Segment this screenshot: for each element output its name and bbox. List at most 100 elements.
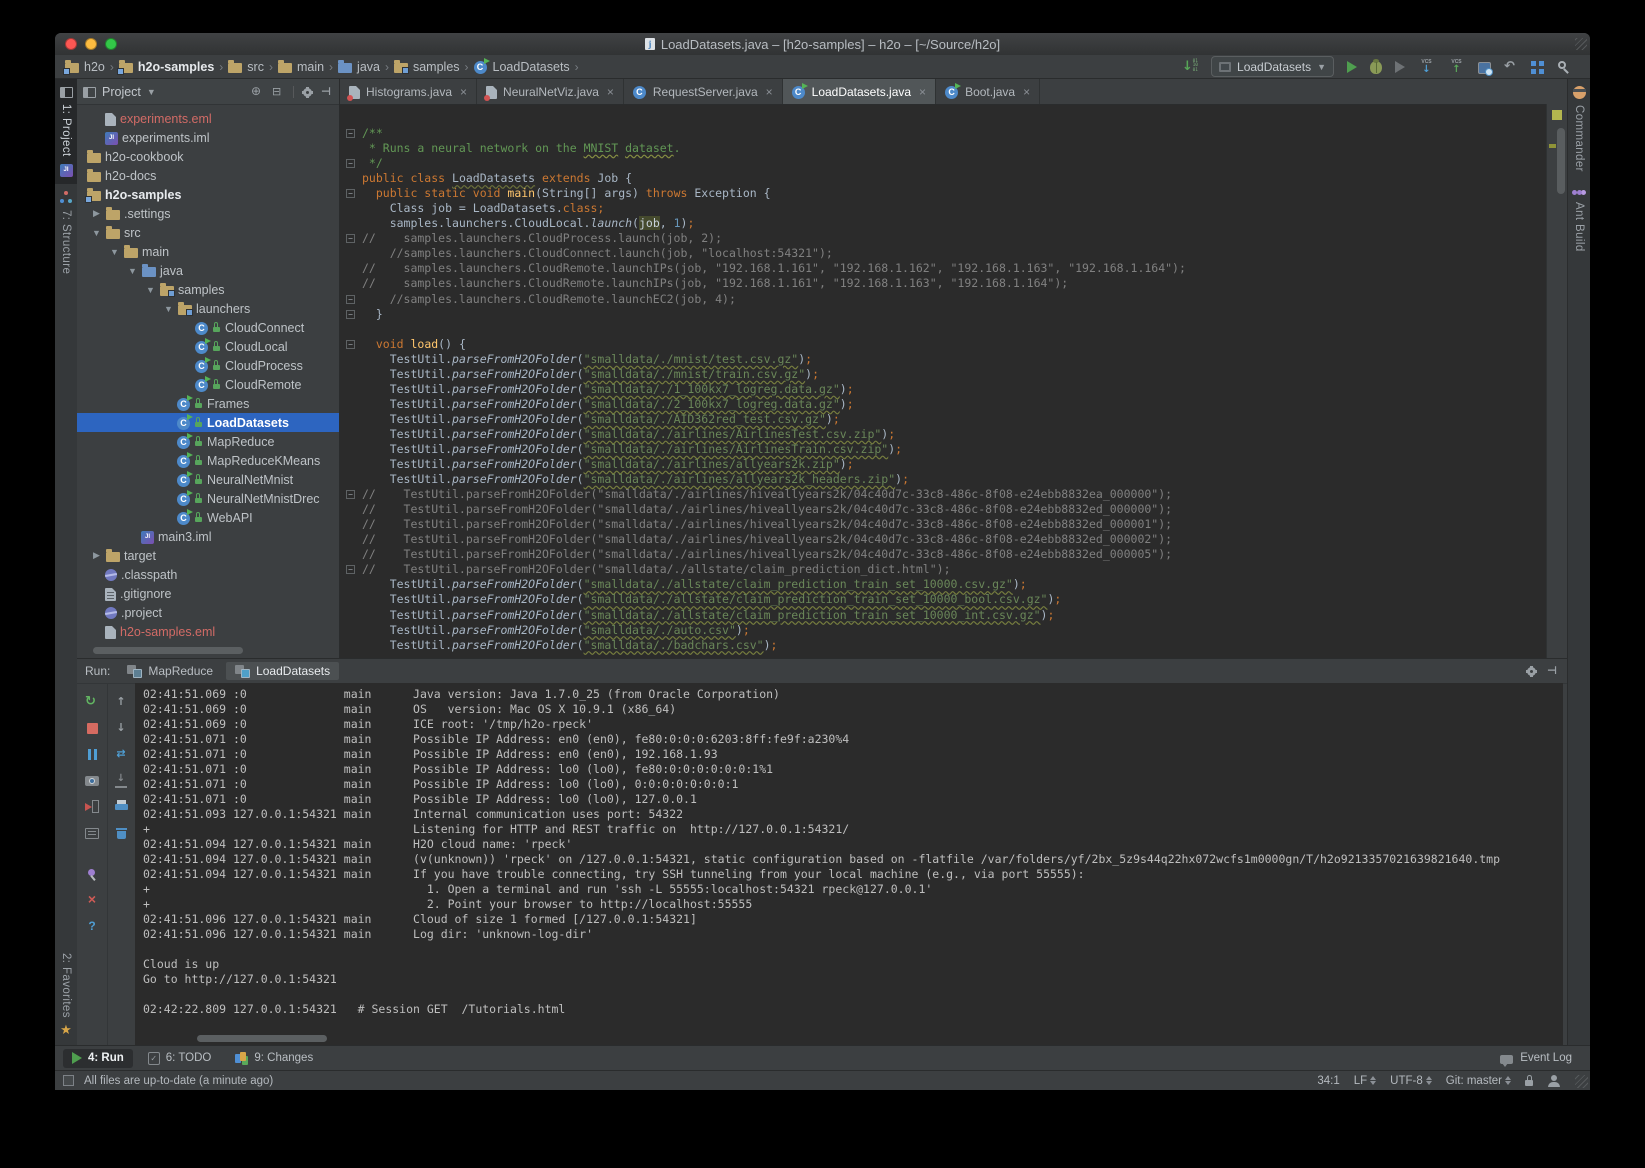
exit-icon[interactable] xyxy=(85,800,99,813)
editor-vscrollbar[interactable] xyxy=(1557,128,1565,194)
tab-Histograms.java[interactable]: Histograms.java× xyxy=(340,79,477,104)
breadcrumb-item-samples[interactable]: samples xyxy=(394,60,460,74)
tree-item-WebAPI[interactable]: WebAPI xyxy=(77,508,339,527)
stripe-button-commander[interactable]: Commander xyxy=(1568,79,1590,179)
stripe-button-2-favorites[interactable]: 2: Favorites xyxy=(55,946,77,1045)
chevron-down-icon[interactable]: ▼ xyxy=(145,285,156,295)
tree-item-launchers[interactable]: ▼launchers xyxy=(77,299,339,318)
tree-item-.classpath[interactable]: .classpath xyxy=(77,565,339,584)
run-config-combo[interactable]: LoadDatasets▼ xyxy=(1211,56,1334,77)
run-tab-LoadDatasets[interactable]: LoadDatasets xyxy=(226,662,339,680)
tree-item-main[interactable]: ▼main xyxy=(77,242,339,261)
tree-item-h2o-samples[interactable]: h2o-samples xyxy=(77,185,339,204)
fold-marker[interactable]: − xyxy=(346,565,355,574)
read-only-lock-icon[interactable] xyxy=(1525,1075,1534,1086)
tool-window-button-6-todo[interactable]: 6: TODO xyxy=(139,1049,221,1068)
structure-icon[interactable] xyxy=(1531,61,1544,74)
git-branch-widget[interactable]: Git: master xyxy=(1446,1075,1511,1087)
trash-icon[interactable] xyxy=(116,826,127,839)
help-icon[interactable] xyxy=(86,919,98,933)
snapshot-icon[interactable] xyxy=(85,776,99,786)
shelf-icon[interactable] xyxy=(1478,62,1491,74)
project-tree-hscrollbar[interactable] xyxy=(93,647,243,654)
editor-error-stripe[interactable] xyxy=(1546,104,1567,658)
fold-marker[interactable]: − xyxy=(346,490,355,499)
tree-item-java[interactable]: ▼java xyxy=(77,261,339,280)
locate-icon[interactable] xyxy=(251,85,264,98)
tree-item-MapReduce[interactable]: MapReduce xyxy=(77,432,339,451)
tree-item-NeuralNetMnist[interactable]: NeuralNetMnist xyxy=(77,470,339,489)
close-icon[interactable]: × xyxy=(1023,85,1030,99)
close-window-button[interactable] xyxy=(65,38,77,50)
gear-icon[interactable] xyxy=(1526,666,1537,677)
chevron-right-icon[interactable]: ▶ xyxy=(91,208,102,219)
run-tab-MapReduce[interactable]: MapReduce xyxy=(118,662,222,680)
tree-item-h2o-samples.eml[interactable]: h2o-samples.eml xyxy=(77,622,339,641)
tab-LoadDatasets.java[interactable]: LoadDatasets.java× xyxy=(783,79,936,104)
rerun-icon[interactable] xyxy=(85,694,99,710)
chevron-right-icon[interactable]: ▶ xyxy=(91,550,102,561)
tool-window-button-4-run[interactable]: 4: Run xyxy=(63,1049,133,1068)
background-task-icon[interactable] xyxy=(63,1075,74,1086)
tree-item-NeuralNetMnistDrec[interactable]: NeuralNetMnistDrec xyxy=(77,489,339,508)
collapse-icon[interactable] xyxy=(272,85,285,98)
close-icon[interactable]: × xyxy=(766,85,773,99)
line-separator-widget[interactable]: LF xyxy=(1354,1075,1376,1087)
breadcrumb-item-main[interactable]: main xyxy=(278,60,324,74)
chevron-down-icon[interactable]: ▼ xyxy=(127,266,138,276)
warning-stripe-mark[interactable] xyxy=(1549,144,1556,148)
down-icon[interactable] xyxy=(115,721,127,735)
gear-icon[interactable] xyxy=(302,87,313,98)
close-icon[interactable]: × xyxy=(460,85,467,99)
console-hscrollbar[interactable] xyxy=(197,1035,327,1042)
close-icon[interactable] xyxy=(86,893,99,907)
breadcrumb-item-java[interactable]: java xyxy=(338,60,380,74)
tree-item-target[interactable]: ▶target xyxy=(77,546,339,565)
tree-item-experiments.iml[interactable]: experiments.iml xyxy=(77,128,339,147)
tree-item-h2o-docs[interactable]: h2o-docs xyxy=(77,166,339,185)
debug-icon[interactable] xyxy=(1370,61,1382,74)
resize-grip-top[interactable] xyxy=(1575,38,1587,50)
minimize-window-button[interactable] xyxy=(85,38,97,50)
breadcrumb-item-src[interactable]: src xyxy=(228,60,264,74)
stripe-button-1-project[interactable]: 1: Project xyxy=(55,79,77,184)
breadcrumb-item-LoadDatasets[interactable]: LoadDatasets xyxy=(474,60,570,74)
chevron-down-icon[interactable]: ▼ xyxy=(91,228,102,238)
tree-item-Frames[interactable]: Frames xyxy=(77,394,339,413)
tree-item-MapReduceKMeans[interactable]: MapReduceKMeans xyxy=(77,451,339,470)
code-editor[interactable]: −/** * Runs a neural network on the MNIS… xyxy=(340,104,1547,658)
hide-icon[interactable] xyxy=(321,86,333,98)
stop-icon[interactable] xyxy=(87,723,98,734)
hide-icon[interactable] xyxy=(1547,665,1559,677)
update-icon[interactable] xyxy=(1182,59,1198,75)
vcs-up-icon[interactable] xyxy=(1448,59,1465,75)
print-icon[interactable] xyxy=(115,800,128,812)
tree-item-CloudLocal[interactable]: CloudLocal xyxy=(77,337,339,356)
vcs-down-icon[interactable] xyxy=(1418,59,1435,75)
fold-marker[interactable]: − xyxy=(346,129,355,138)
caret-position-widget[interactable]: 34:1 xyxy=(1317,1075,1339,1087)
tab-RequestServer.java[interactable]: RequestServer.java× xyxy=(624,79,783,104)
tab-NeuralNetViz.java[interactable]: NeuralNetViz.java× xyxy=(477,79,624,104)
fold-marker[interactable]: − xyxy=(346,310,355,319)
encoding-widget[interactable]: UTF-8 xyxy=(1390,1075,1432,1087)
play-icon[interactable] xyxy=(1347,61,1357,73)
tree-item-CloudRemote[interactable]: CloudRemote xyxy=(77,375,339,394)
tree-item-.project[interactable]: .project xyxy=(77,603,339,622)
fold-marker[interactable]: − xyxy=(346,340,355,349)
run-console-output[interactable]: 02:41:51.069 :0 main Java version: Java … xyxy=(135,683,1563,1045)
tree-item-samples[interactable]: ▼samples xyxy=(77,280,339,299)
tree-item-CloudConnect[interactable]: CloudConnect xyxy=(77,318,339,337)
fold-marker[interactable]: − xyxy=(346,189,355,198)
tree-item-.gitignore[interactable]: .gitignore xyxy=(77,584,339,603)
tool-window-button-9-changes[interactable]: 9: Changes xyxy=(226,1049,322,1068)
search-icon[interactable] xyxy=(1557,60,1572,75)
stripe-button-ant-build[interactable]: Ant Build xyxy=(1568,179,1590,259)
pin-icon[interactable] xyxy=(86,868,99,881)
up-icon[interactable] xyxy=(115,695,127,709)
titlebar[interactable]: LoadDatasets.java – [h2o-samples] – h2o … xyxy=(55,33,1590,56)
softwrap-icon[interactable] xyxy=(114,747,128,761)
tree-item-LoadDatasets[interactable]: LoadDatasets xyxy=(77,413,339,432)
tree-item-h2o-cookbook[interactable]: h2o-cookbook xyxy=(77,147,339,166)
scrollend-icon[interactable] xyxy=(115,773,127,788)
